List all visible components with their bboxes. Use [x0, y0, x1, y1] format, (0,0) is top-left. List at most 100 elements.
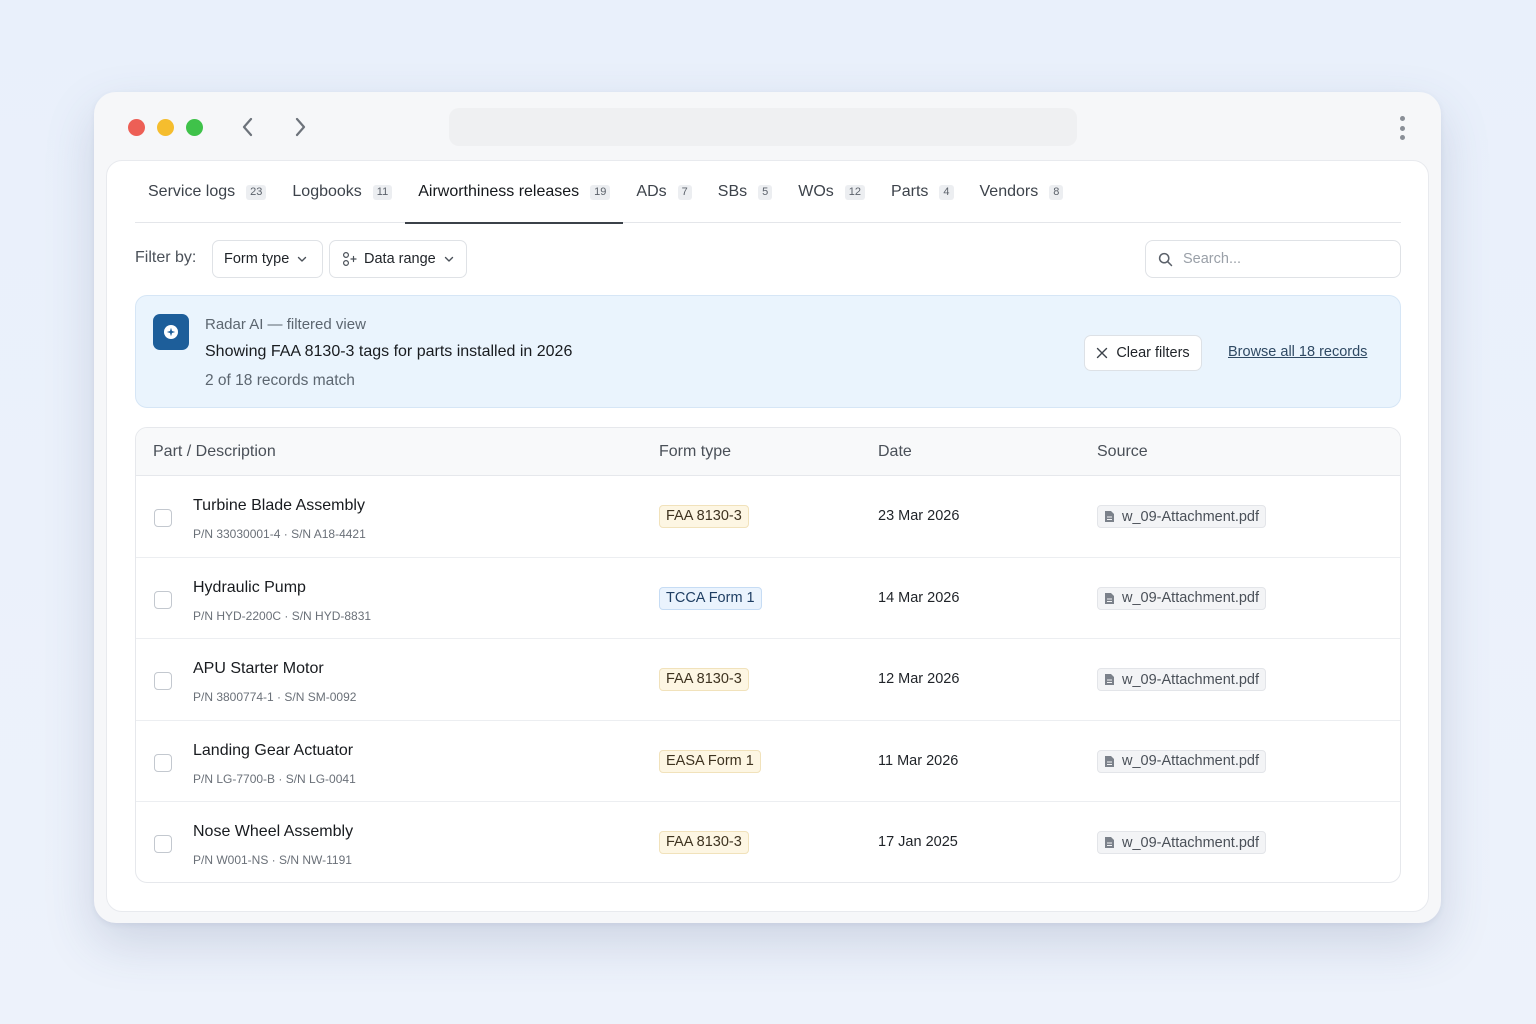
record-date: 14 Mar 2026 — [878, 589, 960, 606]
source-attachment[interactable]: w_09-Attachment.pdf — [1097, 586, 1267, 610]
part-meta: P/N 3800774-1 · S/N SM-0092 — [193, 690, 357, 704]
source-attachment[interactable]: w_09-Attachment.pdf — [1097, 505, 1267, 528]
part-name: Landing Gear Actuator — [193, 741, 354, 759]
records-table: Part / Description Form type Date Source… — [135, 427, 1401, 883]
browser-window: Service logs 23 Logbooks 11 Airworthiness re… — [94, 92, 1441, 923]
table-header: Part / Description Form type Date Source — [136, 428, 1400, 476]
tab-label: Vendors — [979, 183, 1039, 200]
record-date: 23 Mar 2026 — [878, 508, 960, 524]
source-filename: w_09-Attachment.pdf — [1122, 834, 1260, 851]
address-bar[interactable] — [449, 108, 1077, 146]
chevron-down-icon — [444, 256, 453, 262]
clear-filters-label: Clear filters — [1116, 345, 1190, 361]
file-icon — [1105, 674, 1114, 685]
tab-label: Service logs — [148, 183, 236, 200]
tab-label: WOs — [798, 183, 834, 200]
tab-label: Parts — [891, 183, 929, 200]
row-checkbox[interactable] — [154, 835, 172, 853]
tab-wos[interactable]: WOs 12 — [785, 161, 878, 223]
search-icon — [1158, 252, 1173, 266]
form-type-dropdown[interactable]: Form type — [212, 240, 323, 278]
source-attachment[interactable]: w_09-Attachment.pdf — [1097, 668, 1267, 691]
row-checkbox[interactable] — [154, 590, 172, 609]
range-filter-icon — [342, 251, 357, 267]
file-icon — [1105, 755, 1114, 767]
tab-logbooks[interactable]: Logbooks 11 — [279, 161, 405, 223]
tab-count-badge: 7 — [677, 184, 692, 200]
tab-service-logs[interactable]: Service logs 23 — [135, 161, 279, 223]
part-meta: P/N 33030001-4 · S/N A18-4421 — [193, 527, 366, 541]
part-name: Hydraulic Pump — [193, 578, 306, 596]
record-date: 11 Mar 2026 — [878, 752, 959, 769]
chevron-down-icon — [298, 256, 307, 262]
tab-label: Logbooks — [292, 183, 362, 200]
row-checkbox[interactable] — [154, 672, 172, 690]
tab-airworthiness-releases[interactable]: Airworthiness releases 19 — [405, 161, 624, 224]
source-filename: w_09-Attachment.pdf — [1122, 590, 1260, 606]
tab-count-badge: 5 — [758, 184, 773, 200]
file-icon — [1105, 592, 1114, 604]
form-type-badge: FAA 8130-3 — [659, 831, 749, 854]
close-window-button[interactable] — [128, 119, 145, 136]
minimize-window-button[interactable] — [157, 119, 174, 136]
table-row[interactable]: APU Starter Motor P/N 3800774-1 · S/N SM-… — [136, 639, 1400, 721]
record-date: 12 Mar 2026 — [878, 671, 960, 687]
part-name: Nose Wheel Assembly — [193, 823, 354, 840]
record-date: 17 Jan 2025 — [878, 834, 958, 850]
part-meta: P/N W001-NS · S/N NW-1191 — [193, 853, 352, 867]
source-attachment[interactable]: w_09-Attachment.pdf — [1097, 831, 1267, 854]
column-header-part[interactable]: Part / Description — [153, 443, 276, 461]
ai-summary: Showing FAA 8130-3 tags for parts instal… — [205, 343, 573, 360]
source-filename: w_09-Attachment.pdf — [1122, 671, 1260, 688]
tab-count-badge: 12 — [844, 184, 866, 200]
browse-all-link[interactable]: Browse all 18 records — [1228, 344, 1367, 360]
column-header-source[interactable]: Source — [1097, 443, 1148, 461]
form-type-badge: FAA 8130-3 — [659, 505, 749, 528]
row-checkbox[interactable] — [154, 509, 172, 527]
close-icon — [1097, 347, 1108, 359]
maximize-window-button[interactable] — [186, 119, 203, 136]
row-checkbox[interactable] — [154, 753, 172, 772]
search-input[interactable] — [1183, 251, 1383, 267]
tab-vendors[interactable]: Vendors 8 — [967, 161, 1077, 223]
part-name: Turbine Blade Assembly — [193, 497, 365, 514]
kebab-icon[interactable] — [1395, 114, 1409, 142]
clear-filters-button[interactable]: Clear filters — [1084, 335, 1202, 371]
column-header-form-type[interactable]: Form type — [659, 443, 731, 461]
file-icon — [1105, 837, 1114, 848]
data-range-label: Data range — [364, 251, 436, 267]
form-type-label: Form type — [224, 251, 290, 267]
tab-parts[interactable]: Parts 4 — [878, 161, 966, 223]
ai-match-count: 2 of 18 records match — [205, 372, 355, 389]
form-type-badge: EASA Form 1 — [659, 749, 761, 773]
source-filename: w_09-Attachment.pdf — [1122, 753, 1260, 769]
records-panel: Service logs 23 Logbooks 11 Airworthiness re… — [106, 160, 1429, 912]
table-row[interactable]: Landing Gear Actuator P/N LG-7700-B · S/N… — [136, 721, 1400, 802]
tab-ads[interactable]: ADs 7 — [623, 161, 704, 223]
sparkle-icon — [153, 314, 189, 350]
ai-kicker: Radar AI — filtered view — [205, 316, 366, 333]
form-type-badge: FAA 8130-3 — [659, 668, 749, 691]
tab-bar: Service logs 23 Logbooks 11 Airworthiness re… — [135, 161, 1401, 224]
table-row[interactable]: Hydraulic Pump P/N HYD-2200C · S/N HYD-88… — [136, 558, 1400, 639]
ai-filter-banner: Radar AI — filtered view Showing FAA 813… — [135, 295, 1401, 408]
tab-label: ADs — [636, 183, 667, 200]
column-header-date[interactable]: Date — [878, 443, 912, 461]
chevron-right-icon[interactable] — [288, 114, 312, 140]
tab-count-badge: 19 — [590, 184, 611, 200]
chevron-left-icon[interactable] — [236, 114, 260, 140]
source-attachment[interactable]: w_09-Attachment.pdf — [1097, 749, 1267, 773]
tab-count-badge: 8 — [1049, 184, 1064, 200]
search-box[interactable] — [1145, 240, 1401, 278]
part-name: APU Starter Motor — [193, 660, 324, 677]
source-filename: w_09-Attachment.pdf — [1122, 508, 1260, 525]
filter-label: Filter by: — [135, 249, 197, 266]
tab-count-badge: 23 — [246, 184, 267, 200]
table-row[interactable]: Nose Wheel Assembly P/N W001-NS · S/N NW-… — [136, 802, 1400, 882]
part-meta: P/N LG-7700-B · S/N LG-0041 — [193, 771, 356, 786]
data-range-dropdown[interactable]: Data range — [329, 240, 467, 278]
form-type-badge: TCCA Form 1 — [659, 586, 762, 610]
tab-sbs[interactable]: SBs 5 — [705, 161, 785, 223]
tab-label: Airworthiness releases — [418, 183, 580, 200]
table-row[interactable]: Turbine Blade Assembly P/N 33030001-4 · S… — [136, 476, 1400, 558]
